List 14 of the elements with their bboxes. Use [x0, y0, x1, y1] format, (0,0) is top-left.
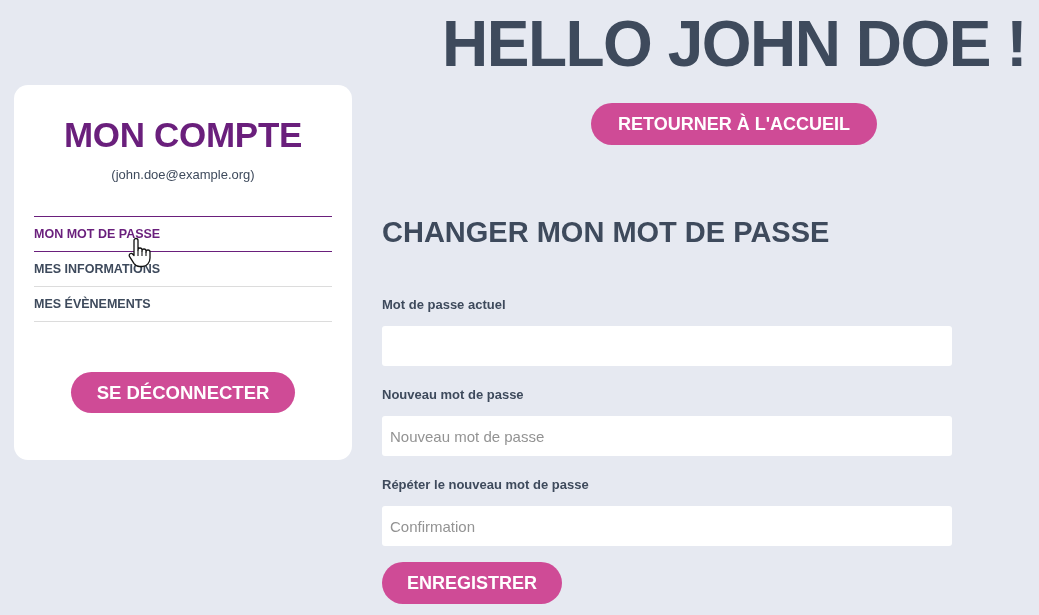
- password-field[interactable]: [382, 326, 952, 366]
- account-title: MON COMPTE: [62, 115, 304, 155]
- field-label: Répéter le nouveau mot de passe: [382, 476, 589, 494]
- save-button[interactable]: ENREGISTRER: [382, 562, 563, 604]
- logout-button[interactable]: SE DÉCONNECTER: [70, 372, 296, 413]
- greeting-heading: HELLO JOHN DOE !: [442, 12, 1026, 76]
- form-title: CHANGER MON MOT DE PASSE: [382, 215, 830, 250]
- password-field[interactable]: Confirmation: [382, 506, 952, 546]
- account-email: (john.doe@example.org): [110, 166, 256, 184]
- field-label: Nouveau mot de passe: [382, 386, 524, 404]
- field-label: Mot de passe actuel: [382, 296, 506, 314]
- password-field[interactable]: Nouveau mot de passe: [382, 416, 952, 456]
- back-home-button[interactable]: RETOURNER À L'ACCUEIL: [591, 103, 877, 145]
- account-menu-item[interactable]: MES ÉVÈNEMENTS: [34, 286, 332, 322]
